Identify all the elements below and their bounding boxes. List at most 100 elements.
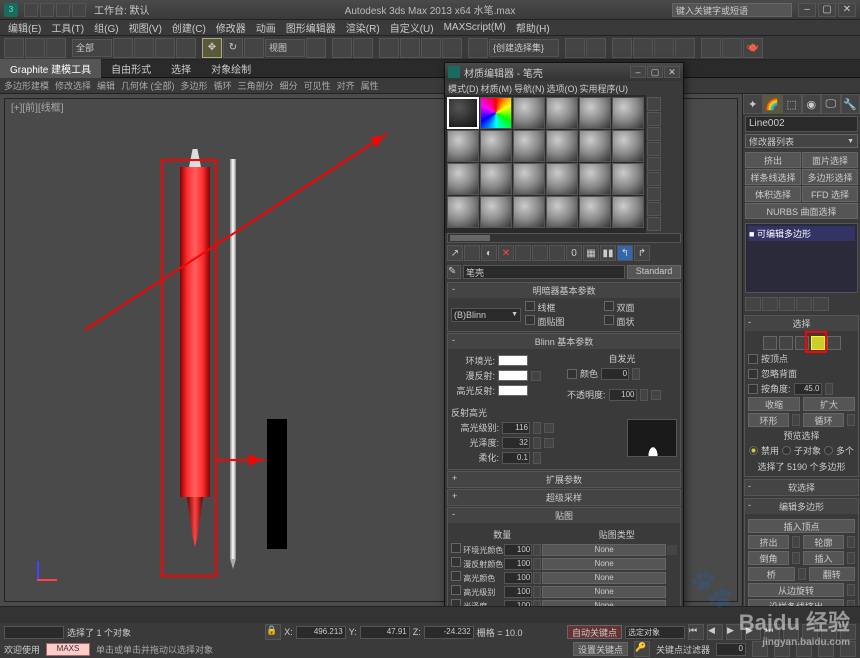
remove-mod-icon[interactable] [796, 297, 812, 311]
rollout-header[interactable]: 明暗器基本参数 [448, 283, 680, 298]
maximize-viewport-icon[interactable] [840, 641, 856, 657]
hierarchy-tab-icon[interactable]: ⬚ [782, 94, 802, 114]
rollout-header[interactable]: 软选择 [745, 480, 858, 495]
polygon-subobj-icon[interactable] [811, 336, 825, 350]
spinner-arrows[interactable] [533, 422, 541, 434]
object-name-field[interactable]: Line002 [745, 116, 858, 132]
ref-coord[interactable]: 视图 [265, 39, 305, 57]
map-enable-checkbox[interactable] [451, 557, 461, 567]
z-coord[interactable]: -24.232 [424, 626, 474, 639]
bevel-button[interactable]: 倒角 [748, 551, 789, 565]
menu-item[interactable]: 组(G) [90, 20, 122, 35]
rollout-header[interactable]: Blinn 基本参数 [448, 334, 680, 349]
sample-slot[interactable] [546, 130, 578, 162]
link-icon[interactable] [4, 38, 24, 58]
pivot-icon[interactable] [306, 38, 326, 58]
spinner-snap-icon[interactable] [442, 38, 462, 58]
map-button[interactable] [544, 423, 554, 433]
menu-item[interactable]: 图形编辑器 [282, 20, 340, 35]
preview-icon[interactable] [647, 172, 661, 186]
panel-item[interactable]: 编辑 [97, 79, 115, 92]
rollout-header[interactable]: 扩展参数 [448, 472, 680, 487]
maxscript-listener[interactable]: MAXS [46, 643, 90, 656]
faceted-checkbox[interactable] [604, 315, 614, 325]
facemap-checkbox[interactable] [525, 315, 535, 325]
edge-subobj-icon[interactable] [779, 336, 793, 350]
map-enable-checkbox[interactable] [451, 585, 461, 595]
show-map-icon[interactable]: ▦ [583, 245, 599, 261]
mirror-icon[interactable] [565, 38, 585, 58]
outline-button[interactable]: 轮廓 [803, 535, 844, 549]
qat-icon[interactable] [72, 3, 86, 17]
panel-item[interactable]: 循环 [214, 79, 232, 92]
rollout-header[interactable]: 编辑多边形 [745, 499, 858, 514]
menu-item[interactable]: 帮助(H) [512, 20, 554, 35]
app-logo[interactable]: 3 [4, 3, 18, 17]
menu-item[interactable]: 选项(O) [547, 82, 578, 95]
render-frame-icon[interactable] [722, 38, 742, 58]
render-setup-icon[interactable] [701, 38, 721, 58]
map-button[interactable] [651, 390, 661, 400]
named-selection[interactable]: {创建选择集} [489, 39, 559, 57]
percent-snap-icon[interactable] [421, 38, 441, 58]
assign-to-selection-icon[interactable]: ◐ [481, 245, 497, 261]
by-vertex-checkbox[interactable] [748, 354, 758, 364]
maximize-button[interactable]: ▢ [647, 66, 663, 78]
sample-slot[interactable] [513, 163, 545, 195]
menu-item[interactable]: 模式(D) [448, 82, 479, 95]
panel-item[interactable]: 修改选择 [55, 79, 91, 92]
close-button[interactable]: ✕ [838, 3, 856, 17]
unlink-icon[interactable] [25, 38, 45, 58]
panel-item[interactable]: 对齐 [337, 79, 355, 92]
extrude-button[interactable]: 挤出 [748, 535, 789, 549]
sample-slot[interactable] [546, 196, 578, 228]
sample-slot[interactable] [579, 196, 611, 228]
y-coord[interactable]: 47.91 [360, 626, 410, 639]
sample-slot[interactable] [579, 97, 611, 129]
shader-dropdown[interactable]: (B)Blinn [451, 308, 521, 322]
rollout-header[interactable]: 贴图 [448, 508, 680, 523]
menu-item[interactable]: 编辑(E) [4, 20, 45, 35]
panel-item[interactable]: 多边形 [181, 79, 208, 92]
preview-off-radio[interactable] [749, 446, 758, 455]
bridge-button[interactable]: 桥 [748, 567, 795, 581]
bind-icon[interactable] [46, 38, 66, 58]
map-button[interactable] [544, 438, 554, 448]
qat-icon[interactable] [24, 3, 38, 17]
unique-icon[interactable] [779, 297, 795, 311]
sample-type-icon[interactable] [647, 97, 661, 111]
shrink-button[interactable]: 收缩 [748, 397, 800, 411]
map-enable-checkbox[interactable] [451, 571, 461, 581]
goto-end-icon[interactable]: ⏭ [764, 624, 780, 640]
sample-slot[interactable] [546, 97, 578, 129]
menu-item[interactable]: 材质(M) [481, 82, 513, 95]
next-frame-icon[interactable]: ▶ [745, 624, 761, 640]
layers-icon[interactable] [612, 38, 632, 58]
sample-slot[interactable] [447, 130, 479, 162]
options-icon[interactable] [647, 187, 661, 201]
diffuse-swatch[interactable] [498, 370, 528, 381]
mod-button[interactable]: 多边形选择 [802, 169, 858, 185]
material-editor-icon[interactable] [675, 38, 695, 58]
mod-button[interactable]: 面片选择 [802, 152, 858, 168]
spinner-arrows[interactable] [847, 414, 855, 426]
by-angle-checkbox[interactable] [748, 384, 758, 394]
get-material-icon[interactable]: ↗ [447, 245, 463, 261]
modifier-stack[interactable]: ■ 可编辑多边形 [745, 223, 858, 293]
gloss-spinner[interactable]: 32 [502, 437, 530, 449]
grow-button[interactable]: 扩大 [803, 397, 855, 411]
sample-slot[interactable] [480, 130, 512, 162]
rect-select-icon[interactable] [155, 38, 175, 58]
menu-item[interactable]: 自定义(U) [386, 20, 438, 35]
panel-item[interactable]: 三角剖分 [238, 79, 274, 92]
panel-item[interactable]: 多边形建模 [4, 79, 49, 92]
time-config-icon[interactable] [752, 641, 768, 657]
menu-item[interactable]: 视图(V) [125, 20, 166, 35]
rollout-header[interactable]: 选择 [745, 316, 858, 331]
select-name-icon[interactable] [134, 38, 154, 58]
modify-tab-icon[interactable]: 🌈 [763, 94, 783, 114]
ring-button[interactable]: 环形 [748, 413, 789, 427]
render-icon[interactable]: 🫖 [743, 38, 763, 58]
make-unique-icon[interactable] [532, 245, 548, 261]
sample-slot[interactable] [447, 163, 479, 195]
